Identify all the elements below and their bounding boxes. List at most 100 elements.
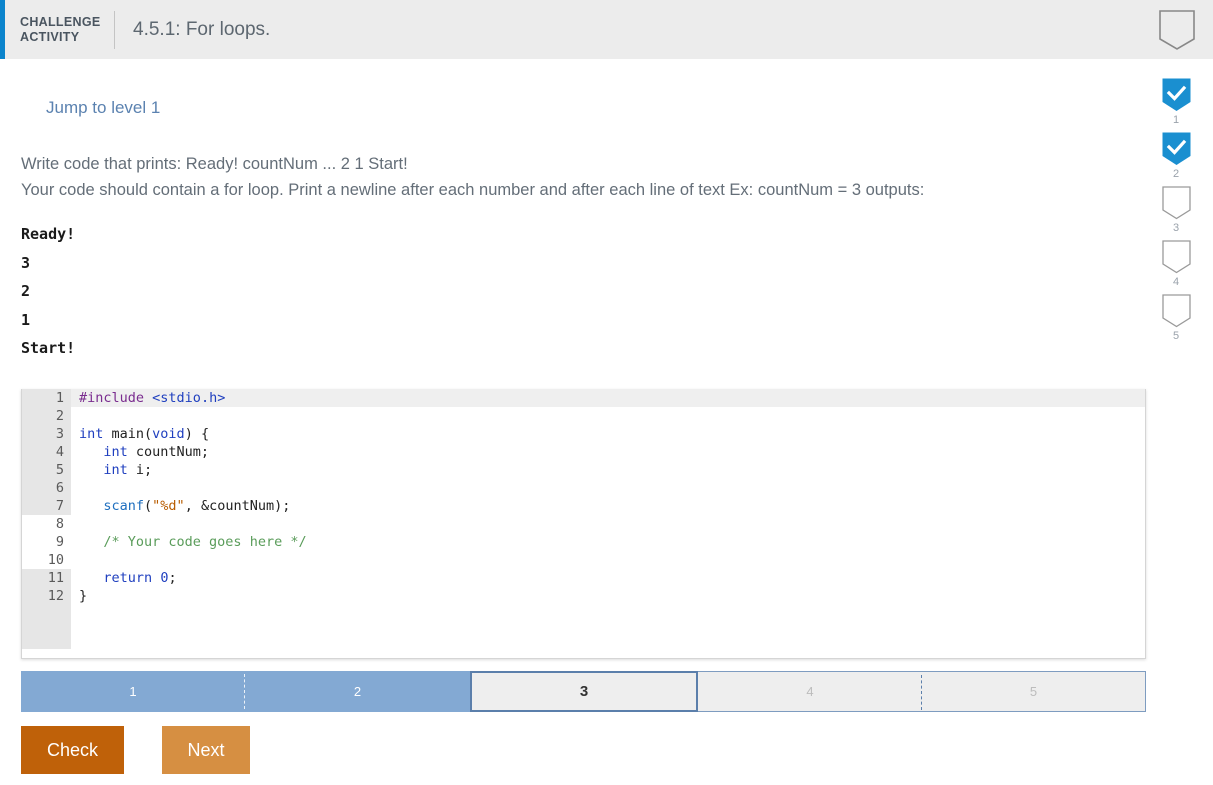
progress-segment[interactable]: 2 [245, 671, 470, 712]
code-line-text[interactable]: int countNum; [71, 443, 209, 461]
code-line[interactable]: 2 [22, 407, 1145, 425]
rail-item[interactable]: 1 [1162, 78, 1191, 126]
code-editor[interactable]: 1#include <stdio.h>23int main(void) {4 i… [21, 389, 1146, 659]
header-accent-bar [0, 0, 5, 59]
progress-segment-label: 2 [354, 684, 361, 699]
description-line-1: Write code that prints: Ready! countNum … [21, 151, 1150, 177]
line-number: 2 [22, 407, 71, 425]
code-token: i; [128, 462, 152, 478]
code-line-text[interactable]: } [71, 587, 87, 605]
rail-item-number: 3 [1173, 222, 1179, 234]
code-line-text[interactable]: #include <stdio.h> [71, 389, 225, 407]
code-token [144, 390, 152, 406]
challenge-body: Jump to level 1 Write code that prints: … [0, 59, 1150, 363]
rail-item[interactable]: 2 [1162, 132, 1191, 180]
kicker-line-2: ACTIVITY [20, 30, 102, 45]
line-number: 3 [22, 425, 71, 443]
problem-description: Write code that prints: Ready! countNum … [21, 151, 1150, 203]
challenge-header: CHALLENGE ACTIVITY 4.5.1: For loops. [0, 0, 1213, 59]
code-token [79, 570, 103, 586]
jump-to-level-link[interactable]: Jump to level 1 [46, 98, 160, 118]
line-number: 4 [22, 443, 71, 461]
kicker-line-1: CHALLENGE [20, 15, 102, 30]
code-token: ( [144, 498, 152, 514]
progress-segment[interactable]: 4 [698, 671, 922, 712]
line-number: 7 [22, 497, 71, 515]
code-line-text[interactable]: int i; [71, 461, 152, 479]
code-token: return [103, 570, 152, 586]
code-line[interactable]: 7 scanf("%d", &countNum); [22, 497, 1145, 515]
code-token: void [152, 426, 185, 442]
line-number: 6 [22, 479, 71, 497]
rail-item-number: 1 [1173, 114, 1179, 126]
progress-segment[interactable]: 5 [922, 671, 1146, 712]
code-token [79, 498, 103, 514]
code-line-text[interactable]: /* Your code goes here */ [71, 533, 307, 551]
rail-item[interactable]: 4 [1162, 240, 1191, 288]
code-line[interactable]: 10 [22, 551, 1145, 569]
description-line-2: Your code should contain a for loop. Pri… [21, 177, 1150, 203]
code-line[interactable]: 8 [22, 515, 1145, 533]
code-token: int [103, 462, 127, 478]
rail-item-number: 5 [1173, 330, 1179, 342]
rail-item-number: 2 [1173, 168, 1179, 180]
code-token [79, 462, 103, 478]
line-number: 9 [22, 533, 71, 551]
rail-item[interactable]: 3 [1162, 186, 1191, 234]
page-title: 4.5.1: For loops. [133, 19, 270, 41]
progress-segment[interactable]: 1 [21, 671, 245, 712]
code-token: } [79, 588, 87, 604]
code-line-text[interactable]: return 0; [71, 569, 177, 587]
shield-outline-icon [1162, 294, 1191, 328]
progress-segment-label: 1 [129, 684, 136, 699]
level-progress-rail: 1 2 3 4 5 [1148, 78, 1204, 348]
shield-outline-icon [1162, 186, 1191, 220]
code-lines[interactable]: 1#include <stdio.h>23int main(void) {4 i… [22, 389, 1145, 605]
code-line-text[interactable]: scanf("%d", &countNum); [71, 497, 290, 515]
code-token: int [103, 444, 127, 460]
line-number: 11 [22, 569, 71, 587]
gutter-filler [22, 605, 71, 649]
editor-filler [22, 605, 1145, 649]
code-line[interactable]: 5 int i; [22, 461, 1145, 479]
shield-check-icon [1162, 78, 1191, 112]
code-token: ) { [185, 426, 209, 442]
code-line[interactable]: 12} [22, 587, 1145, 605]
code-token: #include [79, 390, 144, 406]
sample-output: Ready! 3 2 1 Start! [21, 220, 1150, 363]
next-button[interactable]: Next [162, 726, 250, 774]
progress-segment[interactable]: 3 [470, 671, 698, 712]
code-line[interactable]: 3int main(void) { [22, 425, 1145, 443]
header-divider [114, 11, 115, 49]
code-token: int [79, 426, 103, 442]
code-line-text[interactable]: int main(void) { [71, 425, 209, 443]
shield-outline-icon [1158, 9, 1196, 51]
code-token: <stdio.h> [152, 390, 225, 406]
progress-segment-label: 3 [580, 683, 588, 700]
code-line[interactable]: 9 /* Your code goes here */ [22, 533, 1145, 551]
code-token [79, 534, 103, 550]
rail-item-number: 4 [1173, 276, 1179, 288]
code-token: scanf [103, 498, 144, 514]
shield-outline-icon [1162, 240, 1191, 274]
line-number: 8 [22, 515, 71, 533]
code-token [79, 444, 103, 460]
code-line[interactable]: 11 return 0; [22, 569, 1145, 587]
line-number: 10 [22, 551, 71, 569]
code-token: countNum; [128, 444, 209, 460]
progress-segment-label: 5 [1030, 684, 1037, 699]
code-token: main( [103, 426, 152, 442]
code-line[interactable]: 1#include <stdio.h> [22, 389, 1145, 407]
code-line[interactable]: 4 int countNum; [22, 443, 1145, 461]
code-line[interactable]: 6 [22, 479, 1145, 497]
check-button[interactable]: Check [21, 726, 124, 774]
line-number: 12 [22, 587, 71, 605]
code-token: "%d" [152, 498, 185, 514]
rail-item[interactable]: 5 [1162, 294, 1191, 342]
line-number: 1 [22, 389, 71, 407]
level-progress-bar[interactable]: 1 2 3 4 5 [21, 671, 1146, 712]
action-buttons: Check Next [21, 726, 250, 774]
shield-check-icon [1162, 132, 1191, 166]
progress-segment-label: 4 [806, 684, 813, 699]
line-number: 5 [22, 461, 71, 479]
